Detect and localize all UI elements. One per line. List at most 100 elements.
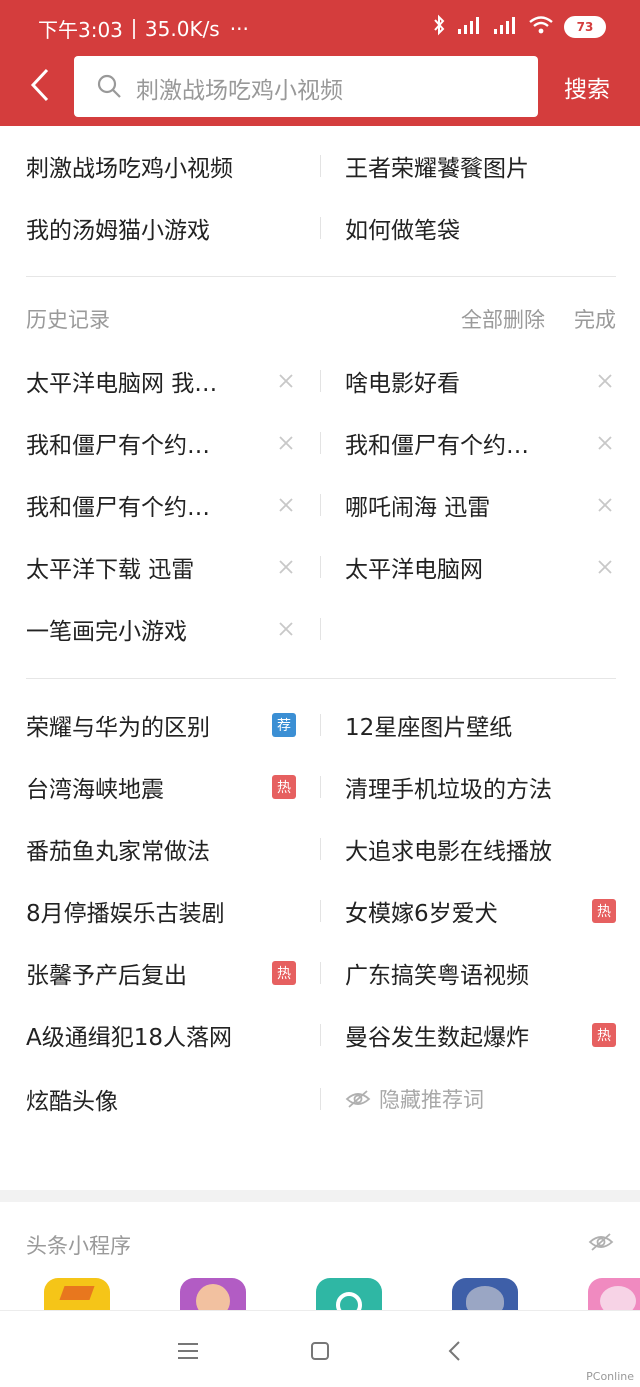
history-item[interactable]: 太平洋电脑网 — [345, 544, 620, 590]
suggestion-item[interactable]: 刺激战场吃鸡小视频 — [26, 143, 301, 189]
mini-program-icon[interactable] — [180, 1278, 246, 1312]
home-square-icon — [311, 1342, 329, 1360]
delete-all-button[interactable]: 全部删除 — [461, 304, 545, 334]
history-title: 历史记录 — [26, 308, 110, 332]
watermark: PConline — [586, 1370, 634, 1383]
trending-item[interactable]: 大追求电影在线播放 — [345, 826, 620, 872]
trending-item[interactable]: 炫酷头像 — [26, 1076, 301, 1122]
column-divider — [320, 838, 321, 860]
history-row: 我和僵尸有个约… 哪吒闹海 迅雷 — [0, 482, 640, 528]
system-nav-bar: PConline — [0, 1310, 640, 1387]
mini-program-icon-shape — [466, 1286, 504, 1312]
hot-badge: 热 — [592, 899, 616, 923]
close-icon[interactable] — [277, 620, 295, 638]
mini-program-icon-shape — [336, 1292, 362, 1312]
close-icon[interactable] — [277, 558, 295, 576]
mini-program-icon-shape — [59, 1286, 95, 1300]
trending-item[interactable]: 曼谷发生数起爆炸 — [345, 1012, 620, 1058]
history-item[interactable]: 我和僵尸有个约… — [26, 420, 301, 466]
menu-button[interactable] — [174, 1337, 202, 1365]
suggestion-item[interactable]: 如何做笔袋 — [345, 205, 620, 251]
status-net-speed: 35.0K/s — [144, 16, 220, 41]
column-divider — [320, 776, 321, 798]
menu-icon — [178, 1343, 198, 1359]
close-icon[interactable] — [277, 372, 295, 390]
trending-item[interactable]: 12星座图片壁纸 — [345, 702, 620, 748]
mini-programs-list — [0, 1278, 640, 1312]
status-time: 下午3:03 — [38, 18, 123, 42]
search-input[interactable]: 刺激战场吃鸡小视频 — [74, 56, 538, 117]
suggestion-item[interactable]: 我的汤姆猫小游戏 — [26, 205, 301, 251]
suggestion-item[interactable]: 王者荣耀饕餮图片 — [345, 143, 620, 189]
recommend-badge: 荐 — [272, 713, 296, 737]
search-button[interactable]: 搜索 — [564, 70, 610, 104]
trending-row: 台湾海峡地震 热 清理手机垃圾的方法 — [0, 764, 640, 810]
column-divider — [320, 900, 321, 922]
divider — [26, 678, 616, 679]
search-header: 刺激战场吃鸡小视频 搜索 — [0, 56, 640, 126]
wifi-icon — [528, 15, 554, 39]
history-item[interactable]: 我和僵尸有个约… — [26, 482, 301, 528]
close-icon[interactable] — [277, 434, 295, 452]
battery-icon: 73 — [564, 16, 606, 38]
history-item[interactable]: 太平洋电脑网 我… — [26, 358, 301, 404]
trending-item[interactable]: 台湾海峡地震 — [26, 764, 301, 810]
history-row: 一笔画完小游戏 — [0, 606, 640, 652]
trending-item[interactable]: 8月停播娱乐古装剧 — [26, 888, 301, 934]
bluetooth-icon — [432, 14, 446, 40]
history-row: 太平洋下载 迅雷 太平洋电脑网 — [0, 544, 640, 590]
status-left: 下午3:03 35.0K/s ··· — [38, 14, 249, 43]
trending-item[interactable]: 广东搞笑粤语视频 — [345, 950, 620, 996]
trending-row: 张馨予产后复出 热 广东搞笑粤语视频 — [0, 950, 640, 996]
eye-off-icon[interactable] — [588, 1232, 614, 1257]
history-item[interactable]: 我和僵尸有个约… — [345, 420, 620, 466]
column-divider — [320, 962, 321, 984]
mini-program-icon[interactable] — [316, 1278, 382, 1312]
column-divider — [320, 155, 321, 177]
mini-program-icon[interactable] — [588, 1278, 640, 1312]
trending-item[interactable]: A级通缉犯18人落网 — [26, 1012, 301, 1058]
history-item[interactable]: 啥电影好看 — [345, 358, 620, 404]
suggestion-row: 我的汤姆猫小游戏 如何做笔袋 — [0, 205, 640, 251]
status-separator — [132, 18, 135, 39]
close-icon[interactable] — [596, 434, 614, 452]
close-icon[interactable] — [596, 558, 614, 576]
trending-item[interactable]: 荣耀与华为的区别 — [26, 702, 301, 748]
back-button[interactable] — [20, 64, 60, 106]
column-divider — [320, 556, 321, 578]
divider — [26, 276, 616, 277]
column-divider — [320, 1024, 321, 1046]
history-row: 我和僵尸有个约… 我和僵尸有个约… — [0, 420, 640, 466]
history-header: 历史记录 全部删除 完成 — [26, 304, 616, 332]
eye-off-icon — [345, 1090, 371, 1108]
back-arrow-icon — [30, 68, 49, 102]
history-row: 太平洋电脑网 我… 啥电影好看 — [0, 358, 640, 404]
done-button[interactable]: 完成 — [574, 304, 616, 334]
hide-recommendations-label: 隐藏推荐词 — [379, 1088, 484, 1112]
system-back-button[interactable] — [440, 1337, 468, 1365]
trending-item[interactable]: 张馨予产后复出 — [26, 950, 301, 996]
trending-item[interactable]: 女模嫁6岁爱犬 — [345, 888, 620, 934]
history-item[interactable]: 一笔画完小游戏 — [26, 606, 301, 652]
hot-badge: 热 — [272, 961, 296, 985]
mini-programs-header: 头条小程序 — [26, 1230, 616, 1260]
mini-program-icon-shape — [196, 1284, 230, 1312]
chevron-left-icon — [448, 1341, 460, 1361]
suggestion-row: 刺激战场吃鸡小视频 王者荣耀饕餮图片 — [0, 143, 640, 189]
trending-row: 荣耀与华为的区别 荐 12星座图片壁纸 — [0, 702, 640, 748]
close-icon[interactable] — [596, 372, 614, 390]
home-button[interactable] — [306, 1337, 334, 1365]
mini-program-icon[interactable] — [452, 1278, 518, 1312]
mini-program-icon[interactable] — [44, 1278, 110, 1312]
trending-row: A级通缉犯18人落网 曼谷发生数起爆炸 热 — [0, 1012, 640, 1058]
mini-program-icon-shape — [600, 1286, 636, 1312]
status-bar: 下午3:03 35.0K/s ··· 73 — [0, 0, 640, 56]
close-icon[interactable] — [277, 496, 295, 514]
trending-item[interactable]: 清理手机垃圾的方法 — [345, 764, 620, 810]
history-item[interactable]: 哪吒闹海 迅雷 — [345, 482, 620, 528]
close-icon[interactable] — [596, 496, 614, 514]
column-divider — [320, 494, 321, 516]
history-item[interactable]: 太平洋下载 迅雷 — [26, 544, 301, 590]
hide-recommendations-button[interactable]: 隐藏推荐词 — [345, 1076, 484, 1122]
trending-item[interactable]: 番茄鱼丸家常做法 — [26, 826, 301, 872]
